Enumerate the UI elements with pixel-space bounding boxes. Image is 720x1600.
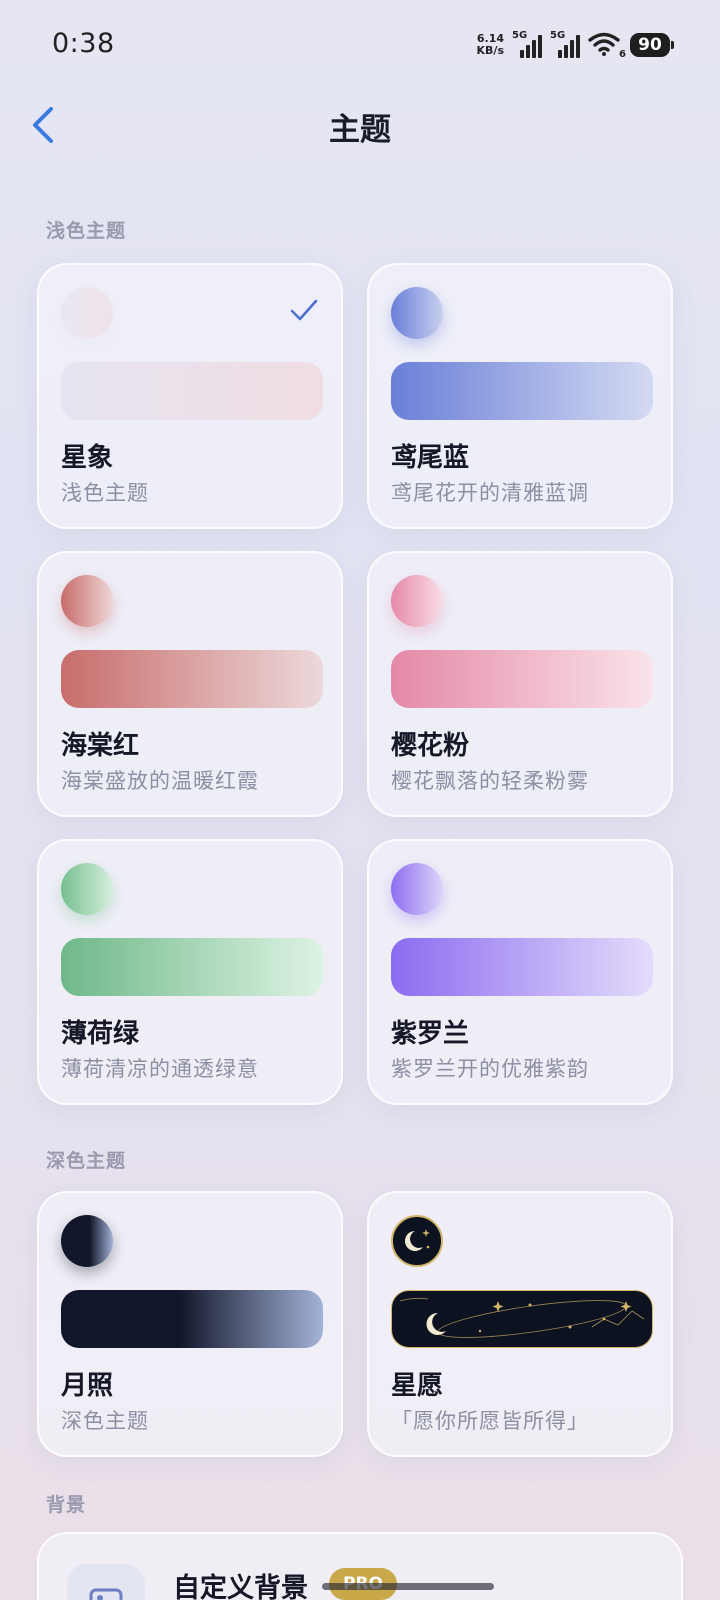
theme-description: 「愿你所愿皆所得」 [391, 1409, 589, 1433]
section-label-dark: 深色主题 [46, 1150, 127, 1172]
theme-name: 薄荷绿 [61, 1019, 140, 1049]
theme-name: 月照 [61, 1371, 114, 1401]
image-icon [67, 1564, 145, 1600]
theme-name: 紫罗兰 [391, 1019, 470, 1049]
signal-sim2-icon: 5G [550, 30, 580, 58]
status-icons: 6.14 KB/s 5G 5G 6 90 [477, 28, 674, 62]
network-speed: 6.14 KB/s [477, 33, 504, 57]
theme-name: 鸢尾蓝 [391, 443, 470, 473]
theme-swatch-dot [391, 287, 443, 339]
theme-name: 樱花粉 [391, 731, 470, 761]
theme-name: 星象 [61, 443, 114, 473]
theme-description: 浅色主题 [61, 481, 149, 505]
checkmark-icon [289, 297, 319, 323]
theme-swatch-bar [391, 362, 653, 420]
theme-swatch-dot [391, 863, 443, 915]
theme-card[interactable]: 星象 浅色主题 [37, 263, 343, 529]
moon-stars-icon [391, 1215, 443, 1267]
wifi-sub-label: 6 [619, 49, 626, 60]
theme-card[interactable]: 紫罗兰紫罗兰开的优雅紫韵 [367, 839, 673, 1105]
theme-swatch-bar [61, 938, 323, 996]
theme-description: 薄荷清凉的通透绿意 [61, 1057, 259, 1081]
theme-swatch-bar [391, 938, 653, 996]
light-theme-grid: 星象 浅色主题 鸢尾蓝 鸢尾花开的清雅蓝调 海棠红 海棠盛放的温暖红霞 樱花粉 樱花飘落的轻柔… [37, 263, 683, 1105]
theme-swatch-bar [391, 650, 653, 708]
section-label-light: 浅色主题 [46, 220, 127, 242]
theme-card[interactable]: 海棠红海棠盛放的温暖红霞 [37, 551, 343, 817]
theme-swatch-dot [61, 287, 113, 339]
home-indicator[interactable] [322, 1583, 494, 1590]
theme-description: 紫罗兰开的优雅紫韵 [391, 1057, 589, 1081]
theme-swatch-dot [61, 1215, 113, 1267]
theme-description: 樱花飘落的轻柔粉雾 [391, 769, 589, 793]
theme-card[interactable]: 薄荷绿薄荷清凉的通透绿意 [37, 839, 343, 1105]
theme-swatch-dot [61, 575, 113, 627]
theme-description: 深色主题 [61, 1409, 149, 1433]
theme-description: 海棠盛放的温暖红霞 [61, 769, 259, 793]
theme-swatch-bar [61, 362, 323, 420]
custom-background-title: 自定义背景 [173, 1573, 308, 1600]
theme-description: 鸢尾花开的清雅蓝调 [391, 481, 589, 505]
theme-swatch-dot [61, 863, 113, 915]
status-bar: 0:38 6.14 KB/s 5G 5G 6 90 [0, 0, 720, 90]
network-speed-unit: KB/s [476, 44, 504, 57]
theme-card[interactable]: 月照 深色主题 [37, 1191, 343, 1457]
theme-name: 星愿 [391, 1371, 444, 1401]
battery-level: 90 [638, 35, 662, 55]
section-label-background: 背景 [46, 1494, 87, 1516]
theme-swatch-dot [391, 575, 443, 627]
theme-card[interactable]: 星愿「愿你所愿皆所得」 [367, 1191, 673, 1457]
wifi-icon: 6 [588, 32, 626, 60]
battery-icon: 90 [630, 33, 674, 57]
constellation-swatch-bar [391, 1290, 653, 1348]
theme-card[interactable]: 鸢尾蓝鸢尾花开的清雅蓝调 [367, 263, 673, 529]
theme-card[interactable]: 樱花粉樱花飘落的轻柔粉雾 [367, 551, 673, 817]
theme-swatch-bar [61, 650, 323, 708]
theme-name: 海棠红 [61, 731, 140, 761]
status-time: 0:38 [52, 28, 115, 59]
theme-swatch-bar [61, 1290, 323, 1348]
signal-sim1-icon: 5G [512, 30, 542, 58]
dark-theme-grid: 月照 深色主题 星愿 「愿你所愿皆所得」 [37, 1191, 683, 1457]
page-title: 主题 [329, 112, 391, 148]
